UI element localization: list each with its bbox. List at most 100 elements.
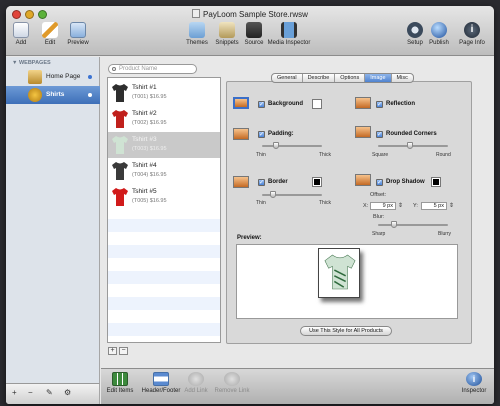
- slider-knob[interactable]: [406, 142, 413, 149]
- use-style-for-all-button[interactable]: Use This Style for All Products: [300, 326, 392, 336]
- product-row[interactable]: Tshirt #1 (T001) $16.95: [108, 80, 220, 106]
- corners-max-label: Round: [436, 152, 451, 158]
- themes-button[interactable]: Themes: [184, 22, 210, 46]
- border-color-well[interactable]: [312, 177, 322, 187]
- add-page-icon: [13, 22, 29, 38]
- tshirt-shape: [112, 136, 128, 154]
- offset-label: Offset:: [370, 192, 387, 198]
- tab-general[interactable]: General: [272, 74, 303, 82]
- setup-button[interactable]: Setup: [404, 22, 426, 46]
- tab-options[interactable]: Options: [335, 74, 366, 82]
- tshirt-thumbnail-icon: [112, 162, 128, 180]
- preview-tshirt-shape: [324, 254, 356, 290]
- media-inspector-button[interactable]: Media Inspector: [266, 22, 312, 46]
- blur-max-label: Blurry: [438, 231, 452, 237]
- product-row[interactable]: Tshirt #5 (T005) $16.95: [108, 184, 220, 210]
- tshirt-shape: [112, 110, 128, 128]
- slider-knob[interactable]: [390, 221, 397, 228]
- inspector-info-icon: i: [466, 372, 482, 386]
- tools-icon[interactable]: ✎: [46, 388, 53, 397]
- tshirt-shape: [112, 84, 128, 102]
- sidebar-footer: + − ✎ ⚙: [6, 383, 100, 404]
- remove-product-button[interactable]: −: [119, 347, 128, 355]
- drop-shadow-effect-icon: [355, 174, 371, 186]
- product-name: Tshirt #4: [132, 162, 157, 169]
- product-row-selected[interactable]: Tshirt #3 (T003) $16.95: [108, 132, 220, 158]
- list-stripe: [108, 323, 220, 336]
- page-info-button[interactable]: i Page Info: [457, 22, 487, 46]
- list-stripe: [108, 219, 220, 232]
- rounded-corners-checkbox[interactable]: ✓: [376, 131, 383, 138]
- add-link-label: Add Link: [184, 388, 208, 394]
- add-page-small-button[interactable]: +: [12, 388, 17, 397]
- add-button[interactable]: Add: [11, 22, 31, 46]
- header-footer-label: Header/Footer: [141, 388, 181, 394]
- inspector-button[interactable]: i Inspector: [459, 372, 489, 394]
- search-icon: [112, 67, 116, 71]
- border-checkbox[interactable]: ✓: [258, 179, 265, 186]
- preview-tshirt-icon: [324, 254, 356, 290]
- source-button[interactable]: Source: [242, 22, 266, 46]
- remove-page-small-button[interactable]: −: [28, 388, 33, 397]
- slider-knob[interactable]: [272, 142, 279, 149]
- sidebar-item-label: Home Page: [46, 73, 81, 80]
- drop-shadow-label: Drop Shadow: [386, 179, 425, 185]
- padding-effect-icon: [233, 128, 249, 140]
- background-color-well[interactable]: [312, 99, 322, 109]
- bottom-toolbar: Edit Items Header/Footer Add Link Remove…: [101, 368, 494, 404]
- product-row[interactable]: Tshirt #4 (T004) $16.95: [108, 158, 220, 184]
- header-footer-button[interactable]: Header/Footer: [141, 372, 181, 394]
- product-row[interactable]: Tshirt #2 (T002) $16.95: [108, 106, 220, 132]
- add-link-icon: [188, 372, 204, 386]
- product-search-input[interactable]: Product Name: [108, 64, 197, 74]
- edit-items-button[interactable]: Edit Items: [105, 372, 135, 394]
- tab-describe[interactable]: Describe: [303, 74, 336, 82]
- offset-y-field[interactable]: 5 px: [421, 202, 447, 210]
- slider-knob[interactable]: [270, 191, 277, 198]
- offset-x-stepper[interactable]: ⇕: [398, 202, 403, 209]
- blur-min-label: Sharp: [372, 231, 386, 237]
- rounded-corners-slider[interactable]: [378, 142, 448, 149]
- list-stripe: [108, 245, 220, 258]
- shadow-color-well[interactable]: [431, 177, 441, 187]
- remove-link-label: Remove Link: [214, 388, 250, 394]
- snippets-button[interactable]: Snippets: [213, 22, 241, 46]
- sidebar-item-label: Shirts: [46, 91, 65, 98]
- product-price: (T005) $16.95: [132, 198, 167, 204]
- offset-x-field[interactable]: 9 px: [370, 202, 396, 210]
- border-slider[interactable]: [262, 191, 322, 198]
- add-product-button[interactable]: +: [108, 347, 117, 355]
- gear-icon[interactable]: ⚙: [64, 388, 71, 397]
- preview-button[interactable]: Preview: [64, 22, 92, 46]
- grid-icon: [112, 372, 128, 386]
- status-dot: [88, 75, 92, 79]
- padding-checkbox[interactable]: ✓: [258, 131, 265, 138]
- offset-y-stepper[interactable]: ⇕: [449, 202, 454, 209]
- add-link-button[interactable]: Add Link: [181, 372, 211, 394]
- tshirt-shape: [112, 188, 128, 206]
- setup-gear-icon: [407, 22, 423, 38]
- sidebar-item-shirts[interactable]: Shirts: [6, 86, 100, 104]
- status-dot: [88, 93, 92, 97]
- remove-link-button[interactable]: Remove Link: [212, 372, 252, 394]
- background-label: Background: [268, 101, 304, 107]
- payloom-icon: [28, 88, 42, 102]
- tab-misc[interactable]: Misc: [392, 74, 413, 82]
- pencil-icon: [42, 22, 58, 38]
- background-checkbox[interactable]: ✓: [258, 101, 265, 108]
- drop-shadow-checkbox[interactable]: ✓: [376, 179, 383, 186]
- sidebar-header: ▼ WEBPAGES: [12, 60, 51, 66]
- tshirt-thumbnail-icon: [112, 188, 128, 206]
- padding-slider[interactable]: [262, 142, 322, 149]
- reflection-checkbox[interactable]: ✓: [376, 101, 383, 108]
- blur-slider[interactable]: [378, 221, 448, 228]
- setup-label: Setup: [407, 40, 423, 46]
- sidebar-item-home-page[interactable]: Home Page: [6, 68, 100, 86]
- product-list: Tshirt #1 (T001) $16.95 Tshirt #2 (T002)…: [107, 77, 221, 343]
- publish-button[interactable]: Publish: [427, 22, 451, 46]
- window-title: PayLoom Sample Store.rwsw: [6, 9, 494, 19]
- edit-button[interactable]: Edit: [40, 22, 60, 46]
- page-info-label: Page Info: [459, 40, 485, 46]
- tab-image[interactable]: Image: [365, 74, 392, 82]
- product-price: (T002) $16.95: [132, 120, 167, 126]
